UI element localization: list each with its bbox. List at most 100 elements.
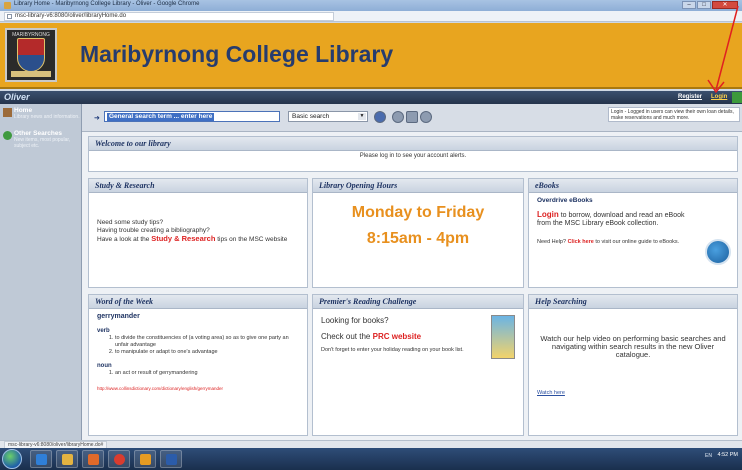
definition-item: to divide the constituencies of (a votin… [115,335,299,349]
study-research-panel: Study & Research Need some study tips? H… [88,178,308,288]
welcome-panel: Welcome to our library Please log in to … [88,136,738,172]
ebooks-click-here-link[interactable]: Click here [568,239,594,245]
page-icon [7,14,12,19]
taskbar-chrome[interactable] [108,450,130,468]
panel-title: Word of the Week [89,295,307,309]
address-bar: msc-library-v6:8080/oliver/libraryHome.d… [0,11,742,22]
system-tray[interactable]: EN [705,453,712,459]
sidebar-item-home[interactable]: Home Library news and information. [3,107,81,125]
search-mode-select[interactable]: Basic search ▼ [288,111,368,122]
status-bar: msc-library-v6:8080/oliver/libraryHome.d… [0,440,742,449]
definition-item: an act or result of gerrymandering [115,370,299,377]
panel-title: Help Searching [529,295,737,309]
search-mode-value: Basic search [292,113,330,120]
study-line: Have a look at the Study & Research tips… [97,234,288,244]
reset-icon[interactable] [420,111,432,123]
window-controls: – □ ✕ [682,1,738,9]
taskbar-explorer[interactable] [56,450,78,468]
premiers-reading-panel: Premier's Reading Challenge Looking for … [312,294,524,436]
login-link[interactable]: Login [711,94,727,100]
site-banner: MARIBYRNONG Maribyrnong College Library [0,23,742,89]
taskbar-media[interactable] [82,450,104,468]
search-input[interactable]: General search term ... enter here [104,111,280,122]
oliver-logo: Oliver [4,92,30,102]
study-line: Need some study tips? [97,219,164,226]
part-of-speech: noun [97,363,112,369]
clipboard-icon[interactable] [406,111,418,123]
definition-item: to manipulate or adapt to one's advantag… [115,349,299,356]
taskbar-word[interactable] [160,450,182,468]
window-title: Library Home - Maribyrnong College Libra… [14,1,200,7]
sidebar: Home Library news and information. Other… [0,104,82,440]
main-content: Welcome to our library Please log in to … [82,132,742,440]
ebooks-text: Login to borrow, download and read an eB… [537,210,685,228]
sidebar-item-label: Other Searches [14,130,63,137]
prc-check: Check out the PRC website [321,332,422,341]
sidebar-item-desc: New items, most popular, subject etc. [14,137,71,149]
media-player-icon [88,454,99,465]
welcome-title: Welcome to our library [89,137,737,151]
ebooks-subtitle: Overdrive eBooks [537,197,593,204]
favicon-icon [4,2,11,9]
maximize-button[interactable]: □ [697,1,711,9]
ebooks-help: Need Help? Click here to visit our onlin… [537,239,680,245]
help-searching-panel: Help Searching Watch our help video on p… [528,294,738,436]
account-alert-message: Please log in to see your account alerts… [359,153,467,159]
opening-time: 8:15am - 4pm [366,230,470,247]
panel-title: eBooks [529,179,737,193]
browser-titlebar: Library Home - Maribyrnong College Libra… [0,0,742,11]
taskbar-clock[interactable]: 4:52 PM [718,452,738,459]
search-toolbar: ➜ General search term ... enter here Bas… [82,104,742,132]
book-cover-image [491,315,515,359]
go-search-icon[interactable] [374,111,386,123]
folder-icon [62,454,73,465]
dictionary-source-link[interactable]: http://www.collinsdictionary.com/diction… [97,385,299,393]
taskbar-ie[interactable] [30,450,52,468]
minimize-button[interactable]: – [682,1,696,9]
overdrive-logo-icon [705,239,731,265]
login-help-text: Login - Logged in users can view their o… [608,107,740,122]
panel-title: Study & Research [89,179,307,193]
url-text: msc-library-v6:8080/oliver/libraryHome.d… [15,13,127,19]
chevron-down-icon: ▼ [358,113,366,120]
panel-title: Library Opening Hours [313,179,523,193]
search-input-text: General search term ... enter here [107,113,215,121]
opening-days: Monday to Friday [351,204,485,221]
part-of-speech: verb [97,328,110,334]
site-title: Maribyrnong College Library [80,41,394,67]
navbar: Oliver Register Login [0,91,742,104]
word-term: gerrymander [97,313,140,320]
nav-end-icon[interactable] [732,92,742,103]
sidebar-item-label: Home [14,107,33,114]
word-icon [166,454,177,465]
url-field[interactable]: msc-library-v6:8080/oliver/libraryHome.d… [4,12,334,21]
watch-here-link[interactable]: Watch here [537,389,729,397]
ebooks-login-link[interactable]: Login [537,210,559,219]
home-icon [3,108,12,117]
taskbar-outlook[interactable] [134,450,156,468]
study-research-link[interactable]: Study & Research [151,234,215,243]
ie-icon [36,454,47,465]
help-circle-icon[interactable] [392,111,404,123]
help-video-message: Watch our help video on performing basic… [540,334,726,359]
close-button[interactable]: ✕ [712,1,738,9]
word-of-week-panel: Word of the Week gerrymander verb to div… [88,294,308,436]
arrow-right-icon: ➜ [94,115,100,122]
shield-icon [17,38,45,72]
prc-question: Looking for books? [321,316,389,325]
register-link[interactable]: Register [678,94,702,100]
college-crest-logo: MARIBYRNONG [5,28,57,82]
sidebar-item-desc: Library news and information. [14,114,80,120]
search-people-icon [3,131,12,140]
crest-ribbon [11,71,51,77]
chrome-icon [114,454,125,465]
prc-note: Don't forget to enter your holiday readi… [321,347,464,353]
opening-hours-panel: Library Opening Hours Monday to Friday 8… [312,178,524,288]
panel-title: Premier's Reading Challenge [313,295,523,309]
windows-taskbar: EN 4:52 PM [0,448,742,470]
outlook-icon [140,454,151,465]
sidebar-item-other-searches[interactable]: Other Searches New items, most popular, … [3,130,81,150]
prc-website-link[interactable]: PRC website [373,332,421,341]
ebooks-panel: eBooks Overdrive eBooks Login to borrow,… [528,178,738,288]
start-button[interactable] [2,449,22,469]
